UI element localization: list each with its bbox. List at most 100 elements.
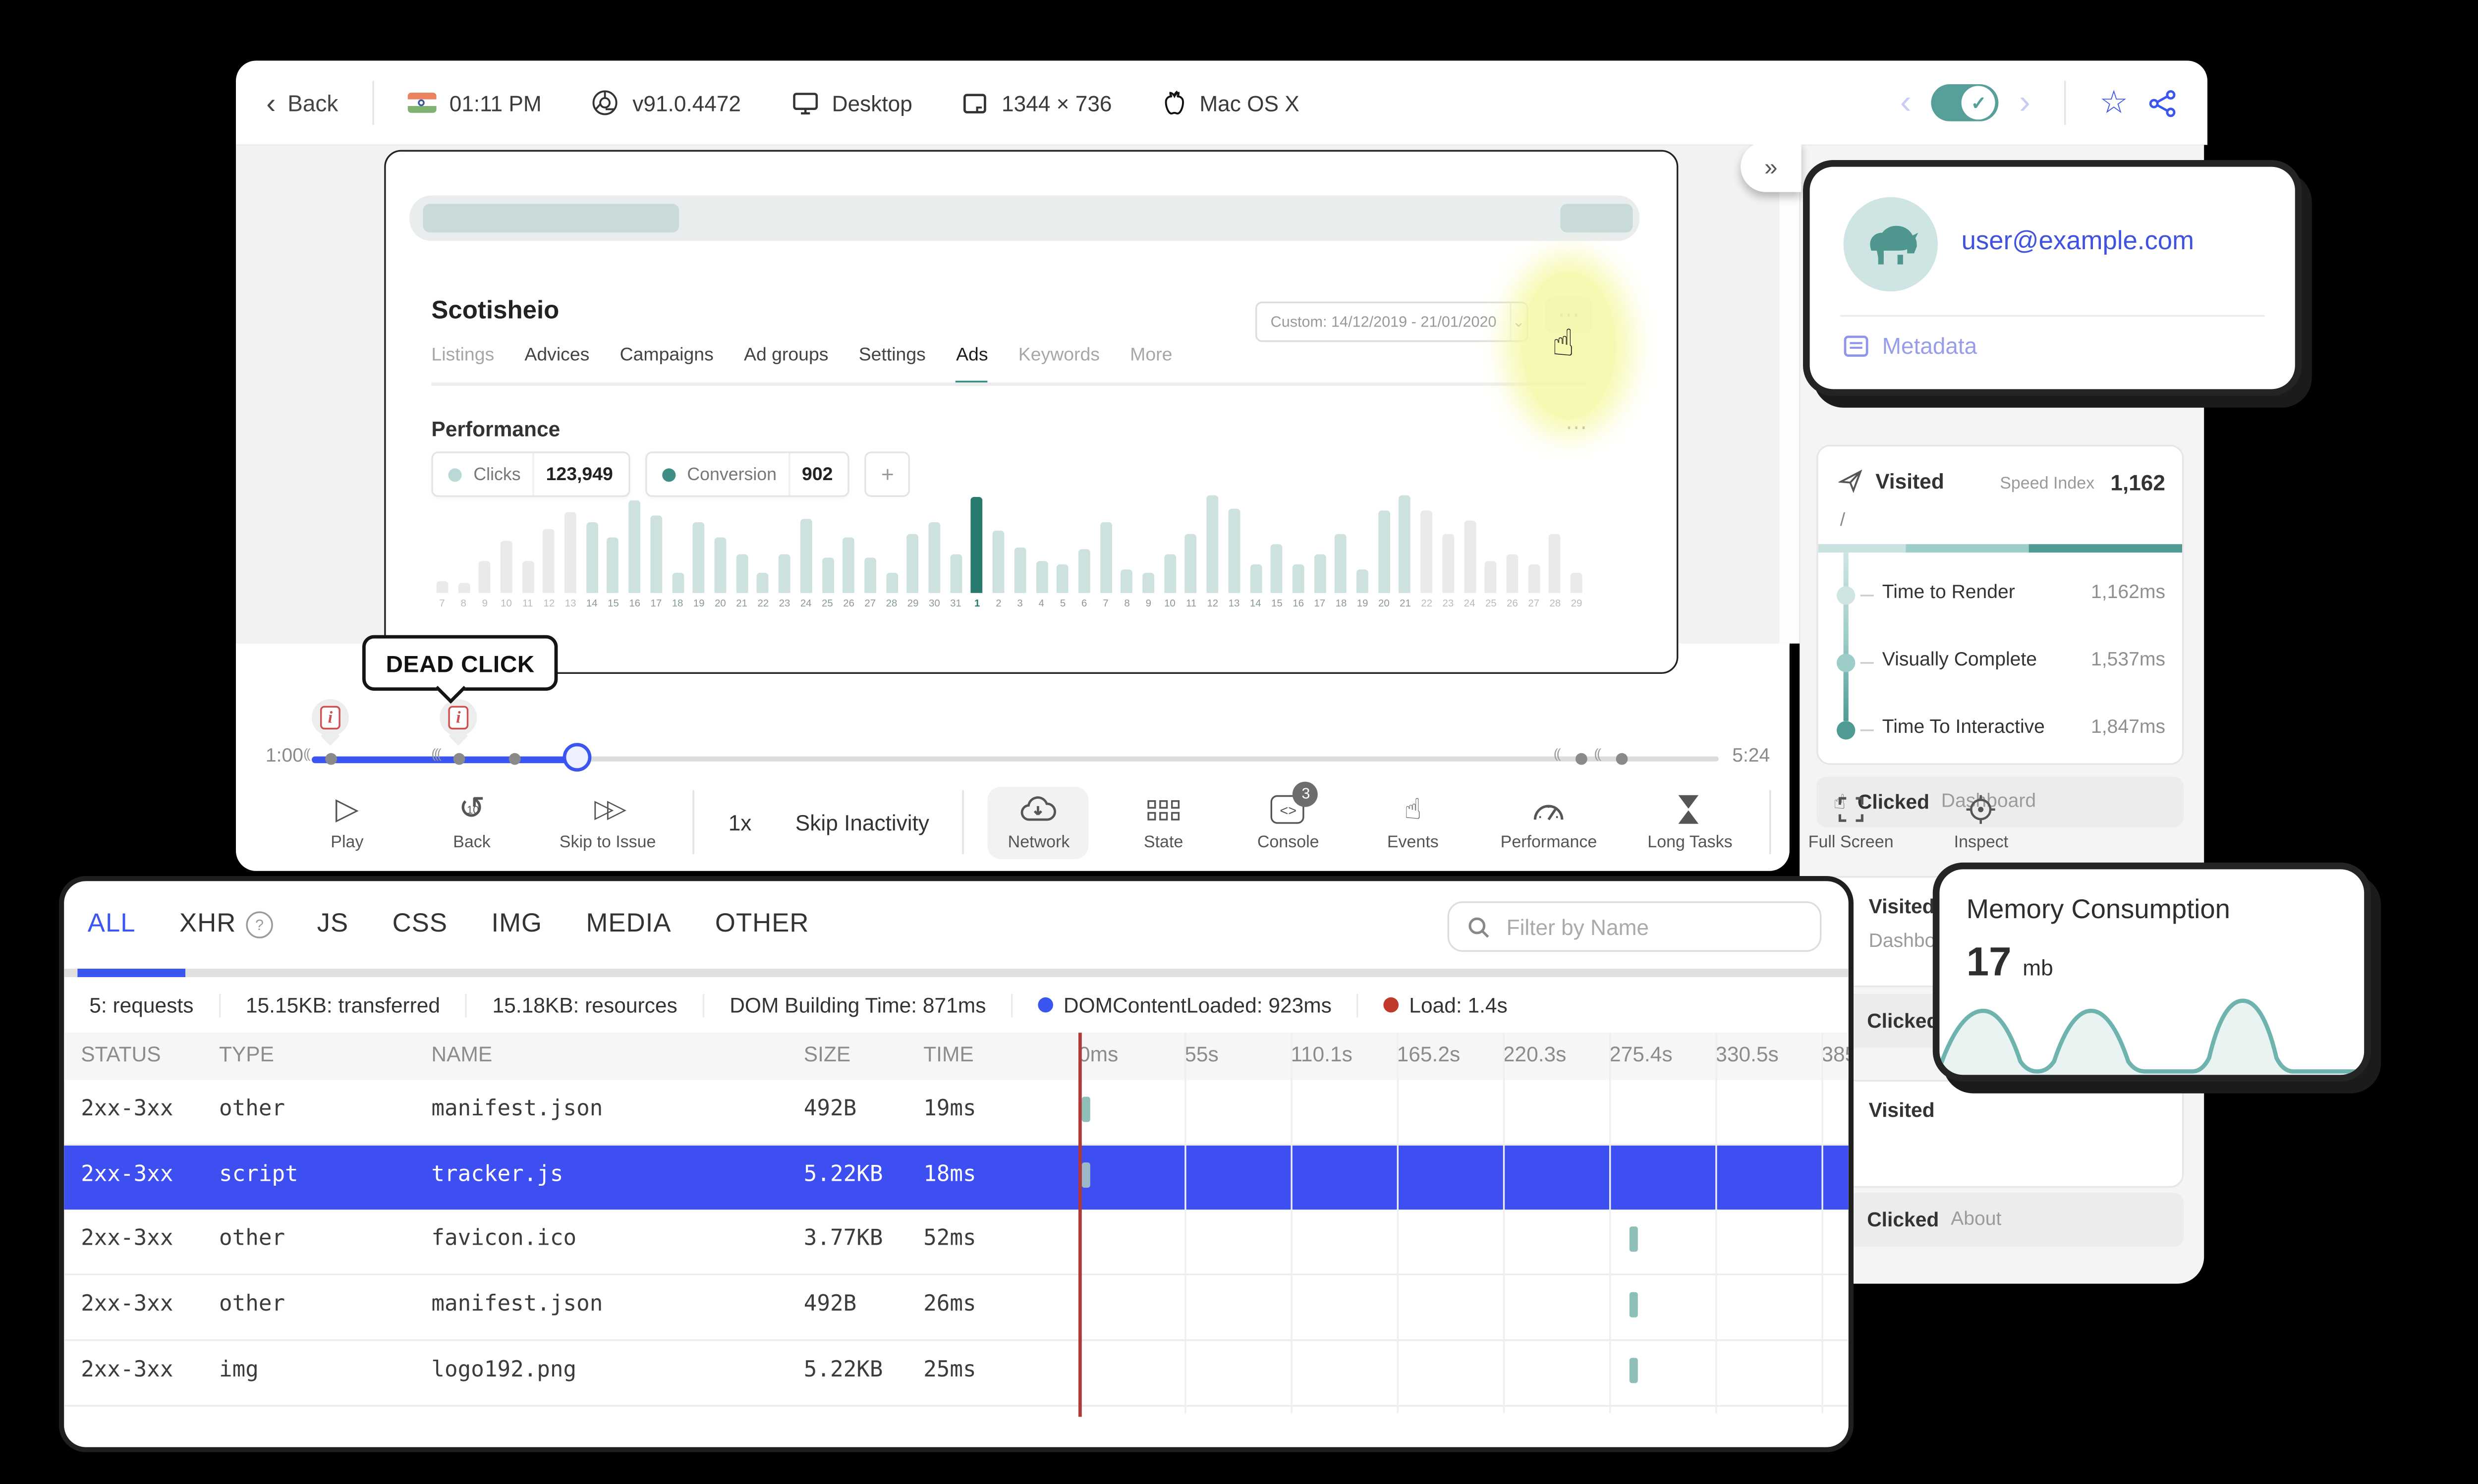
control-label: Back [453,833,491,852]
speed-metric-row: Time To Interactive 1,847ms [1818,713,2182,746]
play-button[interactable]: ▷ Play [296,786,397,858]
chart-bar [779,554,790,593]
event-visited[interactable]: Visited [1816,1080,2184,1188]
chart-bar [993,530,1005,593]
chart-bar [1249,563,1262,593]
event-clicked-about[interactable]: Clicked About [1816,1193,2184,1247]
stat-item: 15.15KB: transferred [221,993,467,1017]
timeline-event-dot[interactable] [1616,753,1628,765]
cell-time: 19ms [923,1097,976,1122]
chart-bar-wrapper: 9 [474,489,496,610]
next-session-button[interactable]: › [2019,86,2030,119]
skip-to-issue-button[interactable]: ▷▷ Skip to Issue [546,786,670,858]
chart-bar [1356,569,1369,593]
chart-bar-label: 6 [1081,600,1087,610]
chart-bar-label: 26 [1507,600,1518,610]
chart-bar-label: 23 [1442,600,1454,610]
event-action: Visited [1868,1098,1935,1122]
cell-type: script [219,1162,298,1188]
chart-bar-label: 21 [1400,600,1411,610]
long-tasks-button[interactable]: Long Tasks [1634,786,1746,858]
issue-pin[interactable]: i [312,699,349,750]
stat-item: 5: requests [64,993,221,1017]
timeline-event-dot[interactable] [1576,753,1587,765]
state-button[interactable]: State [1113,786,1214,858]
autoplay-toggle[interactable]: ✓ [1931,84,1999,121]
state-grid-icon [1147,793,1180,826]
network-tab-other[interactable]: OTHER [715,910,809,940]
chart-bar-wrapper: 19 [1352,489,1373,610]
control-label: Skip to Issue [559,833,656,852]
collapse-sidebar-button[interactable]: » [1741,141,1802,192]
chart-bar-wrapper: 19 [688,489,710,610]
network-tab-all[interactable]: ALL [88,910,136,940]
issue-icon: i [448,706,469,730]
tab-label: CSS [392,910,448,938]
timeline-playhead[interactable] [563,743,592,772]
help-icon[interactable]: ? [246,911,274,938]
chart-bar-wrapper: 28 [1544,489,1566,610]
full-screen-button[interactable]: Full Screen [1795,786,1907,858]
table-row[interactable]: 2xx-3xx img logo192.png 5.22KB 25ms [64,1341,1849,1407]
network-tab-xhr[interactable]: XHR? [179,910,274,940]
chart-bar [1271,544,1283,593]
event-action: Visited [1868,894,1935,918]
control-label: Console [1257,833,1319,852]
metadata-button[interactable]: Metadata [1844,333,1977,359]
network-tab-js[interactable]: JS [317,910,349,940]
performance-section-title: Performance [431,418,561,441]
control-label: Performance [1500,833,1597,852]
back-button[interactable]: ↺ 10 Back [421,786,522,858]
chart-bar [1313,554,1326,593]
skip-inactivity-button[interactable]: Skip Inactivity [785,810,939,835]
network-tab-css[interactable]: CSS [393,910,448,940]
event-action: Clicked [1867,1208,1939,1232]
chart-bar [1335,533,1347,593]
speed-button[interactable]: 1x [718,810,761,835]
metric-dot [448,467,462,481]
timeline-event-dot[interactable] [325,753,337,765]
table-row[interactable]: 2xx-3xx other manifest.json 492B 26ms [64,1275,1849,1341]
visited-speed-card[interactable]: Visited Speed Index 1,162 / Time to Rend… [1816,444,2184,765]
stat-label: 15.15KB: transferred [245,993,441,1017]
meta-text: Mac OS X [1199,90,1299,115]
chart-bar [607,537,620,593]
events-button[interactable]: ☝ Events [1362,786,1464,858]
metric-label: Time To Interactive [1882,717,2045,738]
user-email: user@example.com [1961,227,2195,256]
chart-bar [1228,509,1240,593]
filter-input[interactable] [1503,912,1803,941]
issue-icon: i [320,706,340,730]
chart-bar-label: 19 [1356,600,1368,610]
cell-type: other [219,1226,285,1252]
table-row[interactable]: 2xx-3xx other manifest.json 492B 19ms [64,1080,1849,1146]
table-row[interactable]: 2xx-3xx script tracker.js 5.22KB 18ms [64,1146,1849,1210]
chart-bar [821,557,834,593]
tab-label: JS [317,910,349,938]
chart-bar-wrapper: 29 [902,489,924,610]
performance-button[interactable]: Performance [1487,786,1610,858]
network-tab-media[interactable]: MEDIA [586,910,672,940]
time-column-header: 0ms [1078,1043,1119,1067]
network-tabs: ALL XHR? JS CSS IMG MEDIA OTHER [88,881,809,969]
chart-bar [714,537,727,593]
chart-bar [1057,563,1069,593]
site-tab-keywords: Keywords [1018,345,1100,366]
chart-bar-wrapper: 24 [795,489,817,610]
issue-pin[interactable]: i [440,699,477,750]
network-button[interactable]: Network [988,786,1090,859]
back-button[interactable]: ‹ Back [266,89,338,117]
chart-bar-wrapper: 5 [1052,489,1073,610]
timeline-event-dot[interactable] [453,753,465,765]
chart-bar [1142,573,1155,593]
timeline-event-dot[interactable] [508,753,521,765]
inspect-button[interactable]: Inspect [1930,786,2031,858]
network-tab-img[interactable]: IMG [491,910,542,940]
table-row[interactable]: 2xx-3xx other favicon.ico 3.77KB 52ms [64,1209,1849,1275]
share-icon[interactable] [2148,89,2177,117]
prev-session-button[interactable]: ‹ [1900,86,1912,119]
metric-dot [662,467,676,481]
favorite-star-icon[interactable]: ☆ [2099,87,2128,119]
back-label: Back [287,90,338,115]
console-button[interactable]: <> 3 Console [1238,780,1339,858]
